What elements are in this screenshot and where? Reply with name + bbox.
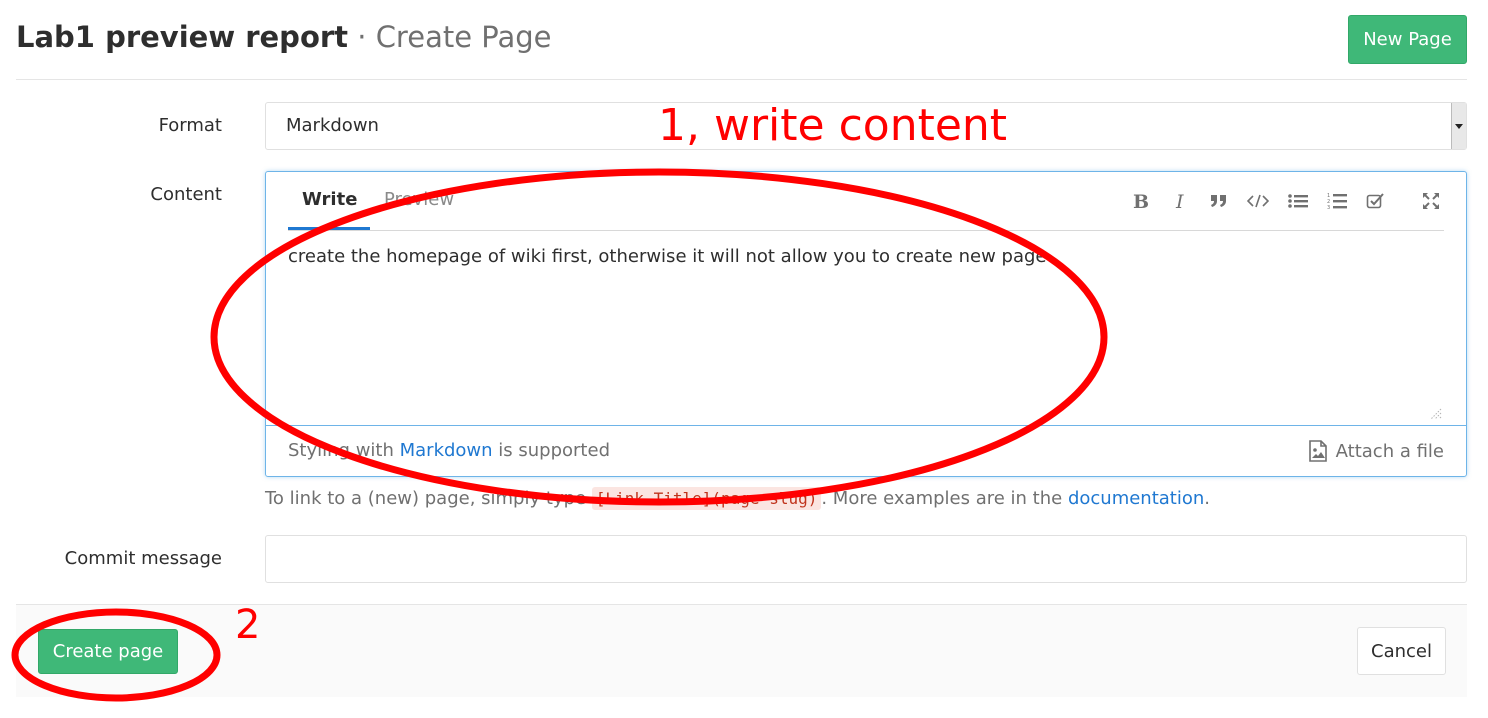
bold-icon[interactable]: B — [1128, 186, 1154, 216]
svg-text:3: 3 — [1327, 205, 1330, 210]
help-text: To link to a (new) page, simply type [Li… — [265, 487, 1211, 510]
documentation-link[interactable]: documentation — [1068, 488, 1204, 509]
resize-handle-icon[interactable] — [1430, 408, 1442, 420]
help-prefix: To link to a (new) page, simply type — [265, 488, 592, 509]
page-subtitle: Create Page — [375, 20, 552, 54]
svg-text:B: B — [1133, 191, 1149, 211]
editor-tabs: Write Preview B I 123 — [288, 172, 1444, 231]
help-suffix: . — [1204, 488, 1211, 509]
numbered-list-icon[interactable]: 123 — [1324, 186, 1350, 216]
link-syntax-code: [Link Title](page-slug) — [591, 487, 822, 510]
form-actions: Create page Cancel — [16, 604, 1467, 697]
markdown-hint-prefix: Styling with — [288, 440, 400, 461]
markdown-editor: Write Preview B I 123 create the homepag… — [265, 171, 1467, 477]
fullscreen-icon[interactable] — [1418, 186, 1444, 216]
code-icon[interactable] — [1245, 186, 1271, 216]
italic-icon[interactable]: I — [1168, 186, 1194, 216]
page-header: Lab1 preview report · Create Page New Pa… — [16, 0, 1467, 80]
commit-message-input[interactable] — [265, 535, 1467, 583]
create-page-button[interactable]: Create page — [38, 629, 178, 674]
active-tab-indicator — [288, 227, 370, 230]
wiki-title: Lab1 preview report — [16, 20, 349, 54]
title-separator: · — [348, 20, 376, 54]
task-list-icon[interactable] — [1363, 186, 1389, 216]
step-1-annotation: 1, write content — [658, 100, 1008, 151]
new-page-button[interactable]: New Page — [1348, 15, 1467, 64]
markdown-link[interactable]: Markdown — [400, 440, 493, 461]
dropdown-arrow-icon[interactable] — [1451, 103, 1466, 149]
tab-preview[interactable]: Preview — [384, 189, 454, 210]
format-value: Markdown — [286, 115, 379, 136]
cancel-button[interactable]: Cancel — [1357, 627, 1446, 675]
tab-write[interactable]: Write — [302, 189, 357, 210]
markdown-hint: Styling with Markdown is supported — [288, 440, 610, 461]
markdown-hint-suffix: is supported — [492, 440, 610, 461]
commit-message-label: Commit message — [64, 548, 222, 569]
svg-text:I: I — [1175, 191, 1184, 211]
format-label: Format — [158, 115, 222, 136]
image-file-icon — [1308, 440, 1327, 462]
help-middle: . More examples are in the — [821, 488, 1068, 509]
editor-footer-divider — [266, 425, 1466, 426]
content-label: Content — [150, 184, 222, 205]
content-textarea[interactable]: create the homepage of wiki first, other… — [288, 246, 1046, 267]
page-title: Lab1 preview report · Create Page — [16, 20, 551, 54]
step-2-annotation: 2 — [235, 602, 261, 648]
bullet-list-icon[interactable] — [1285, 186, 1311, 216]
attach-file-button[interactable]: Attach a file — [1308, 440, 1444, 462]
attach-file-label: Attach a file — [1335, 440, 1444, 462]
quote-icon[interactable] — [1206, 186, 1232, 216]
